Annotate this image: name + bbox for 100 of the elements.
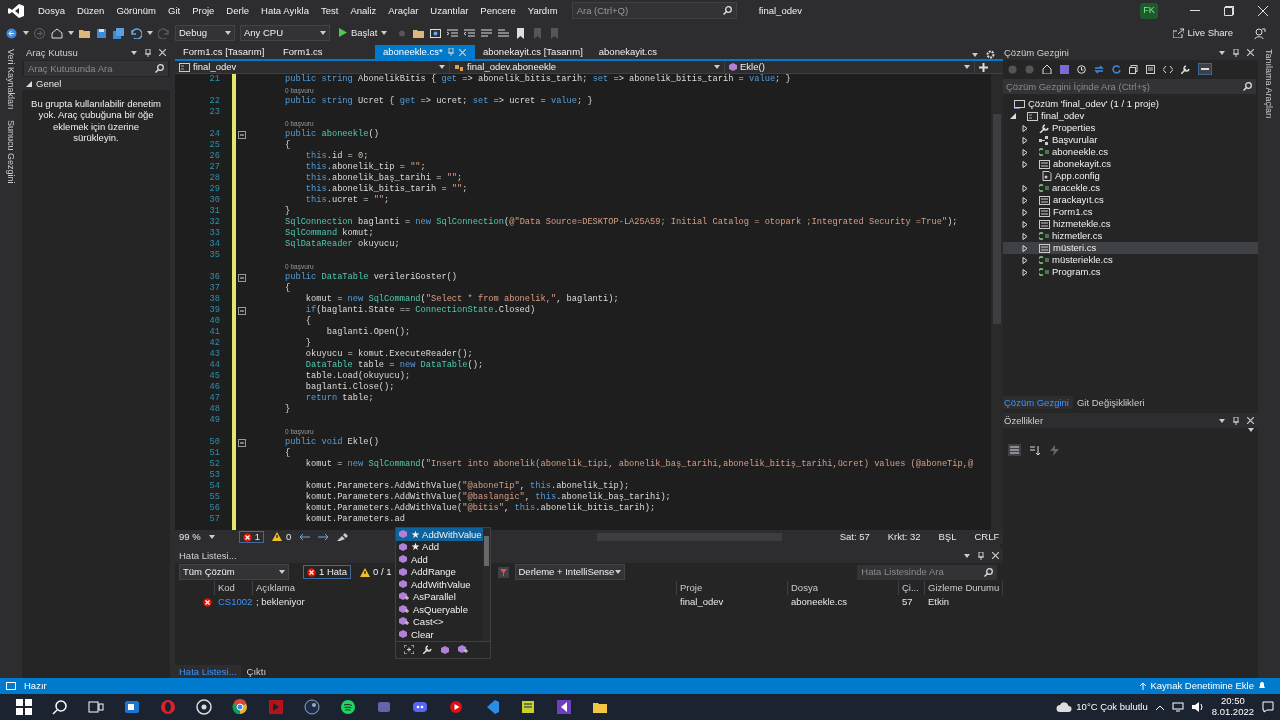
tree-item[interactable]: Program.cs (1000, 266, 1258, 278)
zoom-dropdown[interactable]: 99 % (179, 531, 215, 543)
line-number: 21 (209, 74, 220, 85)
completion-item[interactable]: AsQueryable (396, 603, 483, 616)
tree-item[interactable]: Properties (1000, 122, 1258, 134)
line-number: 33 (209, 228, 220, 239)
member-dropdown[interactable]: Ekle() (725, 61, 975, 73)
line-number: 45 (209, 371, 220, 382)
panel-tab[interactable]: Git Değişiklikleri (1072, 396, 1149, 409)
line-number: 24 (209, 129, 220, 140)
menu-item[interactable]: Görünüm (110, 4, 162, 17)
code-line: { (285, 448, 291, 459)
toolbox-group[interactable]: Genel (22, 77, 170, 90)
column-header[interactable]: Gizleme Durumu (925, 581, 1004, 595)
menu-item[interactable]: Uzantılar (424, 4, 475, 17)
side-tab[interactable]: Veri Kaynakları (5, 49, 17, 110)
document-tab[interactable]: Form1.cs (275, 45, 375, 59)
errors-filter-button[interactable]: 1 Hata (303, 565, 351, 579)
completion-item[interactable]: AddRange (396, 565, 483, 578)
search-field[interactable]: Hata Listesinde Ara (857, 564, 998, 580)
live-share-button[interactable]: Live Share (1172, 27, 1233, 39)
code-line: komut = new SqlCommand("Insert into abonelik(abonelik_tipi, abonelik_baş_tarihi,abonelik_bitiş_tarihi,ücret) values (@aboneTip,@ (304, 459, 974, 470)
empty-message: Bu grupta kullanılabilir denetim yok. Araç çubuğuna bir öğe eklemek için üzerine sürükleyin. (30, 97, 162, 144)
side-tab[interactable]: Tanılama Araçları (1263, 49, 1275, 119)
line-number: 32 (209, 217, 220, 228)
completion-item[interactable]: ★ Add (396, 540, 483, 553)
code-line: komut = new SqlCommand("Select * from abonelik,", baglanti); (304, 294, 619, 305)
side-tab[interactable]: Sunucu Gezgini (5, 119, 17, 184)
line-number: 37 (209, 283, 220, 294)
menu-item[interactable]: Dosya (32, 4, 71, 17)
document-tab[interactable]: abonekayit.cs (590, 45, 691, 59)
error-count[interactable]: 1 (238, 531, 264, 543)
panel-tab[interactable]: Hata Listesi... (175, 665, 241, 678)
platform-dropdown[interactable]: Any CPU (240, 25, 330, 41)
warning-count[interactable]: 0 (271, 531, 292, 543)
menu-item[interactable]: Araçlar (382, 4, 425, 17)
tree-item[interactable]: hizmetekle.cs (1000, 218, 1258, 230)
menu-item[interactable]: Analiz (344, 4, 383, 17)
code-line: public aboneekle() (285, 129, 379, 140)
completion-item[interactable]: ★ AddWithValue (396, 528, 483, 541)
tree-item[interactable]: Çözüm 'final_odev' (1 / 1 proje) (1000, 98, 1258, 110)
search-field[interactable]: Çözüm Gezgini İçinde Ara (Ctrl+ş) (1002, 79, 1256, 94)
column-header[interactable]: Proje (677, 581, 788, 595)
completion-item[interactable]: Clear (396, 628, 483, 641)
tree-item[interactable]: müsteriekle.cs (1000, 254, 1258, 266)
document-tab[interactable]: abonekayit.cs [Tasarım] (475, 45, 591, 59)
panel-tab[interactable]: Çözüm Gezgini (1000, 396, 1073, 409)
completion-item[interactable]: Add (396, 553, 483, 566)
code-line: table.Load(okuyucu); (304, 371, 411, 382)
table-cell: 57 (902, 596, 913, 608)
configuration-dropdown[interactable]: Debug (175, 25, 235, 41)
completion-item[interactable]: AddWithValue (396, 578, 483, 591)
menu-item[interactable]: Derle (220, 4, 256, 17)
error-code-link[interactable]: CS1002 (215, 595, 253, 609)
user-avatar[interactable]: FK (1140, 2, 1158, 19)
search-field[interactable]: Ara (Ctrl+Q) (571, 2, 737, 19)
scope-dropdown[interactable]: Tüm Çözüm (179, 564, 289, 580)
line-number: 28 (209, 173, 220, 184)
code-line: if(baglanti.State == ConnectionState.Closed) (304, 305, 536, 316)
completion-item[interactable]: AsParallel (396, 590, 483, 603)
warnings-filter-button[interactable]: 0 / 1 (357, 565, 395, 579)
line-number: 52 (209, 459, 220, 470)
column-header[interactable]: Dosya (788, 581, 899, 595)
column-header[interactable]: Çi... (899, 581, 925, 595)
weather-widget[interactable]: 10°C Çok bulutlu (1056, 701, 1148, 713)
line-number: 46 (209, 382, 220, 393)
menu-item[interactable]: Düzen (70, 4, 111, 17)
panel-tab[interactable]: Çıktı (242, 665, 271, 678)
source-control-button[interactable]: Kaynak Denetimine Ekle (1138, 680, 1266, 692)
completion-item[interactable]: Cast<> (396, 615, 483, 628)
class-dropdown[interactable]: final_odev.aboneekle (450, 61, 725, 73)
code-line: this.ucret = ""; (304, 195, 390, 206)
tree-item[interactable]: abonekayit.cs (1000, 158, 1258, 170)
menu-item[interactable]: Test (314, 4, 345, 17)
panel-title: Çözüm Gezgini (1004, 46, 1069, 59)
search-field[interactable]: Araç Kutusunda Ara (24, 61, 168, 76)
document-tab[interactable]: Form1.cs [Tasarım] (175, 45, 275, 59)
project-dropdown[interactable]: final_odev (175, 61, 450, 73)
column-header[interactable]: Kod (215, 581, 253, 595)
line-number: 34 (209, 239, 220, 250)
code-line: { (304, 316, 312, 327)
tree-item[interactable]: Form1.cs (1000, 206, 1258, 218)
menu-item[interactable]: Proje (186, 4, 221, 17)
start-button[interactable]: Başlat (335, 27, 392, 39)
tree-item[interactable]: final_odev (1000, 110, 1258, 122)
source-dropdown[interactable]: Derleme + IntelliSense (514, 564, 625, 580)
line-number: 29 (209, 184, 220, 195)
menu-item[interactable]: Pencere (474, 4, 522, 17)
menu-item[interactable]: Git (162, 4, 187, 17)
tree-item[interactable]: müsteri.cs (1000, 242, 1258, 254)
menu-item[interactable]: Hata Ayıkla (255, 4, 315, 17)
menu-item[interactable]: Yardım (521, 4, 564, 17)
line-number: 25 (209, 140, 220, 151)
tree-item[interactable]: arackayıt.cs (1000, 194, 1258, 206)
tree-item[interactable]: Başvurular (1000, 134, 1258, 146)
tree-item[interactable]: hizmetler.cs (1000, 230, 1258, 242)
line-number: 57 (209, 514, 220, 525)
tree-item[interactable]: aracekle.cs (1000, 182, 1258, 194)
tree-item[interactable]: aboneekle.cs (1000, 146, 1258, 158)
tree-item[interactable]: App.config (1000, 170, 1258, 182)
